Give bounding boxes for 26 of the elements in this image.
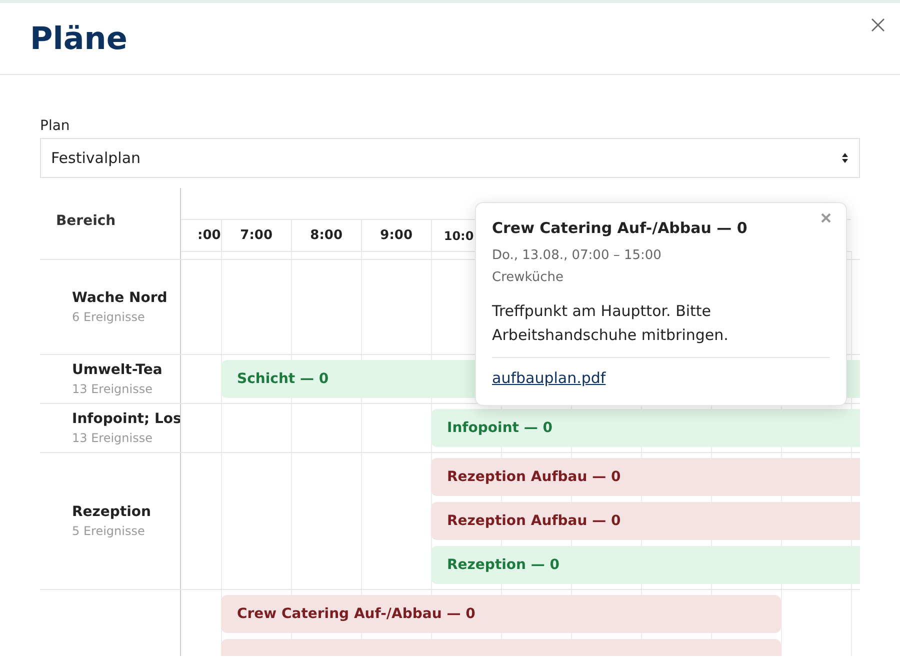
event-count: 5 Ereignisse [72, 524, 146, 538]
attachment-link[interactable]: aufbauplan.pdf [492, 369, 606, 387]
event-bar[interactable]: Rezeption Aufbau — 0 [431, 502, 860, 540]
event-count: 13 Ereignisse [72, 382, 154, 396]
area-name: Rezeption [72, 504, 152, 520]
event-bar[interactable]: Crew Catering Auf-/Abbau — 0 [221, 595, 781, 633]
plan-label: Plan [40, 118, 70, 134]
hour-header: 8:00 [290, 220, 361, 251]
column-heading: Bereich [56, 213, 116, 229]
event-bar[interactable]: Rezeption Aufbau — 0 [431, 458, 860, 496]
hour-header: 9:00 [360, 220, 431, 251]
area-name: Wache Nord [72, 290, 168, 306]
event-count: 6 Ereignisse [72, 310, 146, 324]
hour-header: :00 [196, 227, 221, 245]
hour-header: 7:00 [220, 220, 291, 251]
plan-select[interactable]: Festivalplan [40, 138, 860, 178]
close-icon[interactable] [820, 212, 832, 224]
close-icon[interactable] [870, 17, 886, 33]
page-title: Pläne [30, 20, 128, 56]
area-name: Umwelt-Tea [72, 362, 164, 378]
event-bar[interactable]: Rezeption — 0 [431, 546, 860, 584]
event-bar[interactable]: Infopoint — 0 [431, 409, 860, 447]
sort-icon [841, 152, 849, 164]
event-description: Treffpunkt am Haupttor. Bitte Arbeitshandschuhe mitbringen. [492, 299, 830, 358]
event-count: 13 Ereignisse [72, 431, 154, 445]
event-location: Crewküche [492, 269, 565, 287]
